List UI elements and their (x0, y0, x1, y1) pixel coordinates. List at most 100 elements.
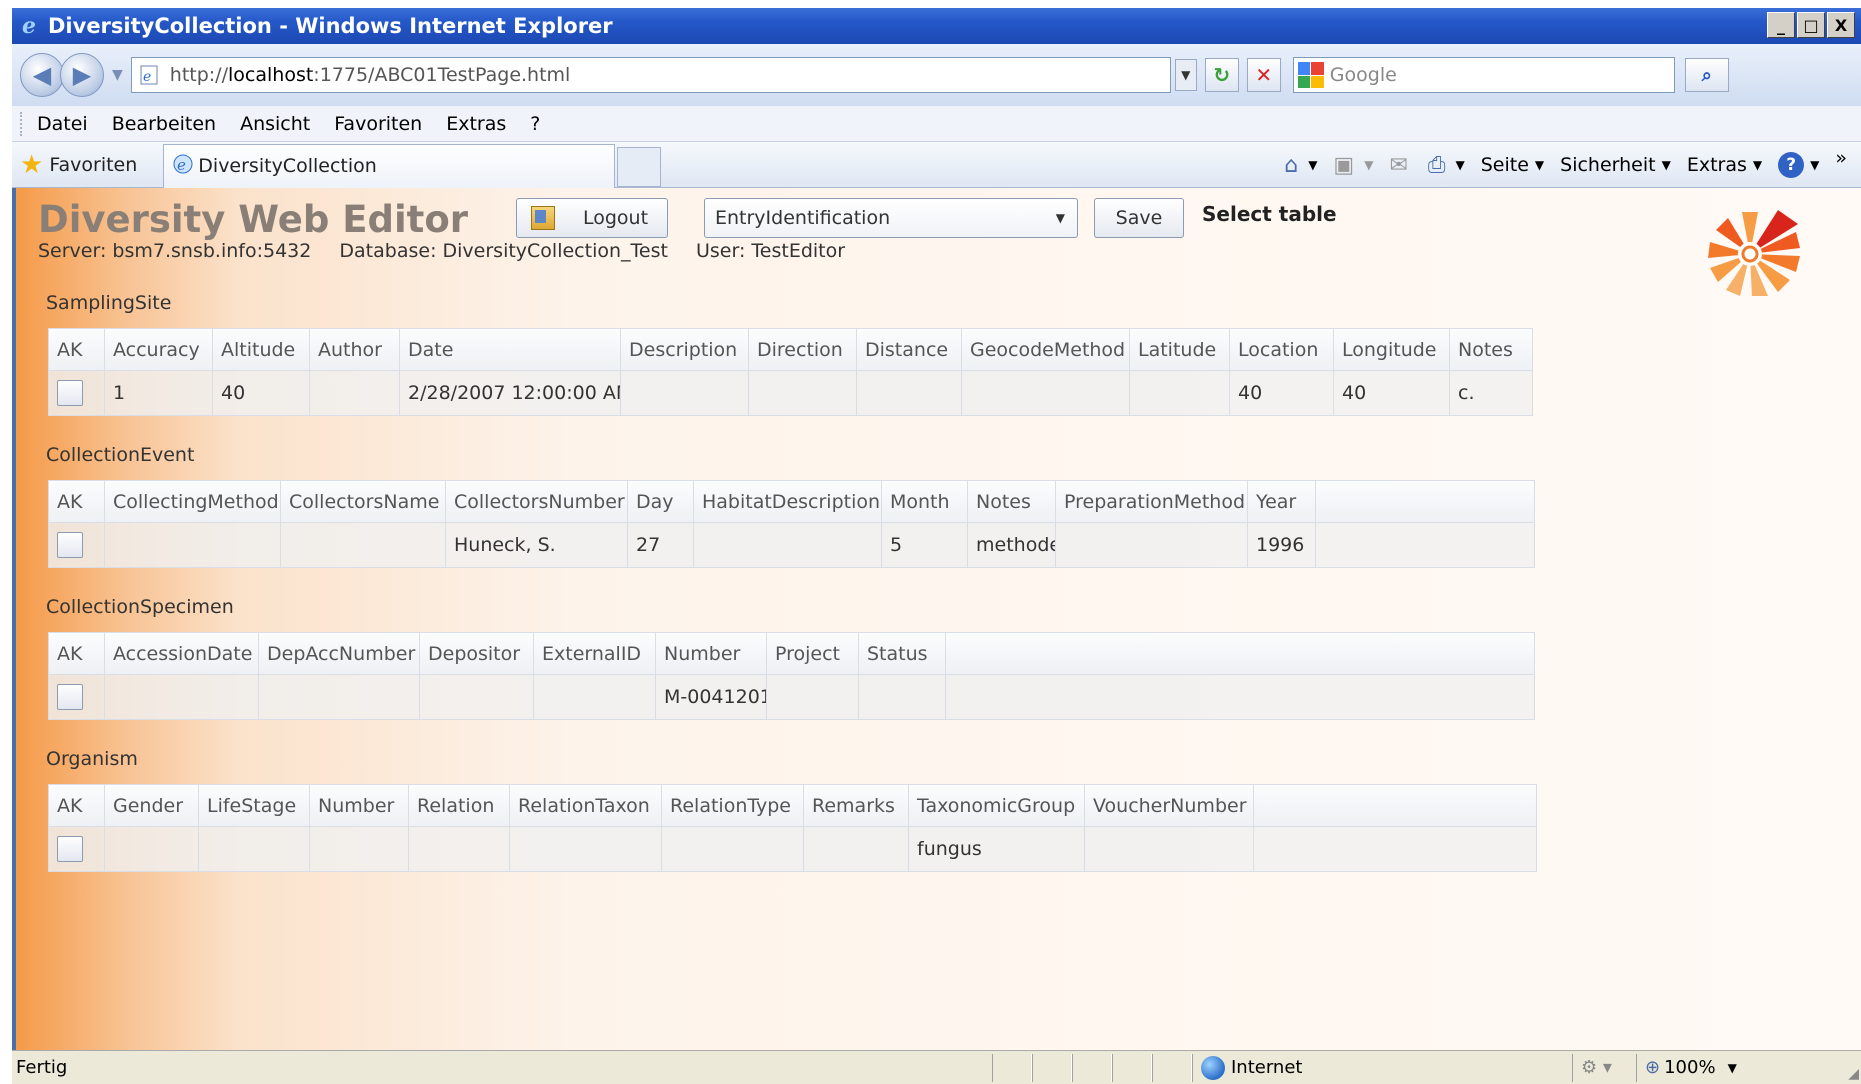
save-button[interactable]: Save (1094, 198, 1184, 238)
stop-button[interactable]: ✕ (1246, 58, 1281, 92)
column-header[interactable]: Direction (749, 329, 857, 370)
column-header[interactable]: AK (49, 329, 105, 370)
logout-button[interactable]: Logout (516, 198, 668, 238)
column-header[interactable]: HabitatDescription (694, 481, 882, 522)
table-cell[interactable] (281, 523, 446, 567)
table-cell[interactable] (510, 827, 662, 871)
favorites-button[interactable]: ★ Favoriten (20, 150, 137, 180)
table-cell[interactable]: 40 (213, 371, 310, 415)
toolbar-overflow-button[interactable]: » (1835, 147, 1847, 169)
page-menu-button[interactable]: Seite ▼ (1481, 154, 1544, 176)
table-cell[interactable] (857, 371, 962, 415)
table-cell[interactable]: fungus (909, 827, 1085, 871)
column-header[interactable]: Date (400, 329, 621, 370)
table-cell[interactable] (1130, 371, 1230, 415)
menu-view[interactable]: Ansicht (240, 113, 310, 135)
url-dropdown-button[interactable]: ▼ (1174, 59, 1197, 91)
column-header[interactable]: Depositor (420, 633, 534, 674)
column-header[interactable]: GeocodeMethod (962, 329, 1130, 370)
column-header[interactable]: VoucherNumber (1085, 785, 1254, 826)
column-header[interactable]: PreparationMethod (1056, 481, 1248, 522)
column-header[interactable]: LifeStage (199, 785, 310, 826)
close-button[interactable]: X (1827, 12, 1855, 38)
protected-mode-button[interactable]: ⚙ ▾ (1572, 1053, 1636, 1082)
table-cell[interactable]: methode (968, 523, 1056, 567)
column-header[interactable]: CollectingMethod (105, 481, 281, 522)
table-cell[interactable] (105, 675, 259, 719)
column-header[interactable]: Status (859, 633, 946, 674)
zoom-control[interactable]: ⊕ 100% ▼ (1636, 1053, 1737, 1082)
table-row[interactable]: Huneck, S. 27 5 methode 1996 (49, 523, 1534, 567)
column-header[interactable]: Project (767, 633, 859, 674)
table-cell[interactable] (310, 827, 409, 871)
menu-file[interactable]: Datei (37, 113, 88, 135)
table-cell[interactable] (1056, 523, 1248, 567)
table-cell[interactable]: 40 (1334, 371, 1450, 415)
toolbar-grip[interactable] (20, 111, 23, 136)
column-header[interactable]: Number (656, 633, 767, 674)
maximize-button[interactable]: □ (1797, 12, 1825, 38)
table-cell[interactable]: 5 (882, 523, 968, 567)
table-cell[interactable] (767, 675, 859, 719)
table-cell[interactable]: M-0041201 (656, 675, 767, 719)
table-cell[interactable]: Huneck, S. (446, 523, 628, 567)
table-cell[interactable] (694, 523, 882, 567)
table-cell[interactable]: 40 (1230, 371, 1334, 415)
table-row[interactable]: M-0041201 (49, 675, 1534, 719)
menu-help[interactable]: ? (530, 113, 540, 135)
table-cell[interactable] (962, 371, 1130, 415)
table-cell[interactable]: 1996 (1248, 523, 1316, 567)
table-cell[interactable] (259, 675, 420, 719)
table-cell[interactable] (199, 827, 310, 871)
table-select[interactable]: EntryIdentification ▼ (704, 198, 1078, 238)
table-cell[interactable] (621, 371, 749, 415)
table-cell[interactable] (534, 675, 656, 719)
column-header[interactable]: Gender (105, 785, 199, 826)
window-title-bar[interactable]: e DiversityCollection - Windows Internet… (12, 8, 1861, 44)
table-cell[interactable] (749, 371, 857, 415)
history-dropdown-icon[interactable]: ▼ (112, 67, 123, 83)
column-header[interactable]: Number (310, 785, 409, 826)
security-menu-button[interactable]: Sicherheit ▼ (1560, 154, 1671, 176)
new-tab-button[interactable] (617, 146, 662, 187)
resize-grip-icon[interactable]: ◢ (1848, 1066, 1859, 1082)
ak-checkbox[interactable] (57, 684, 83, 710)
column-header[interactable]: AccessionDate (105, 633, 259, 674)
table-cell[interactable] (804, 827, 909, 871)
table-row[interactable]: 1 40 2/28/2007 12:00:00 AM 40 40 c. (49, 371, 1532, 415)
column-header[interactable]: Altitude (213, 329, 310, 370)
table-cell[interactable]: 1 (105, 371, 213, 415)
forward-button[interactable]: ▶ (60, 53, 104, 97)
minimize-button[interactable]: _ (1767, 12, 1795, 38)
column-header[interactable]: AK (49, 785, 105, 826)
column-header[interactable]: AK (49, 633, 105, 674)
table-cell[interactable] (662, 827, 804, 871)
table-cell[interactable] (420, 675, 534, 719)
security-zone[interactable]: Internet (1192, 1053, 1572, 1082)
column-header[interactable]: Notes (1450, 329, 1532, 370)
print-button[interactable]: ⎙ ▼ (1428, 153, 1465, 178)
column-header[interactable]: Location (1230, 329, 1334, 370)
ak-checkbox[interactable] (57, 380, 83, 406)
table-cell[interactable]: c. (1450, 371, 1532, 415)
table-row[interactable]: fungus (49, 827, 1536, 871)
column-header[interactable]: ExternalID (534, 633, 656, 674)
column-header[interactable]: Distance (857, 329, 962, 370)
column-header[interactable]: Remarks (804, 785, 909, 826)
table-cell[interactable]: 27 (628, 523, 694, 567)
address-input[interactable]: e http://localhost:1775/ABC01TestPage.ht… (130, 57, 1171, 93)
extras-menu-button[interactable]: Extras ▼ (1687, 154, 1762, 176)
menu-favorites[interactable]: Favoriten (334, 113, 422, 135)
column-header[interactable]: RelationType (662, 785, 804, 826)
mail-button[interactable]: ✉ (1389, 153, 1411, 178)
back-button[interactable]: ◀ (20, 53, 64, 97)
column-header[interactable]: Longitude (1334, 329, 1450, 370)
column-header[interactable]: Month (882, 481, 968, 522)
help-button[interactable]: ? ▼ (1778, 152, 1819, 178)
ak-checkbox[interactable] (57, 532, 83, 558)
column-header[interactable]: CollectorsName (281, 481, 446, 522)
table-cell[interactable] (409, 827, 510, 871)
table-cell[interactable] (105, 827, 199, 871)
column-header[interactable]: Notes (968, 481, 1056, 522)
column-header[interactable]: CollectorsNumber (446, 481, 628, 522)
